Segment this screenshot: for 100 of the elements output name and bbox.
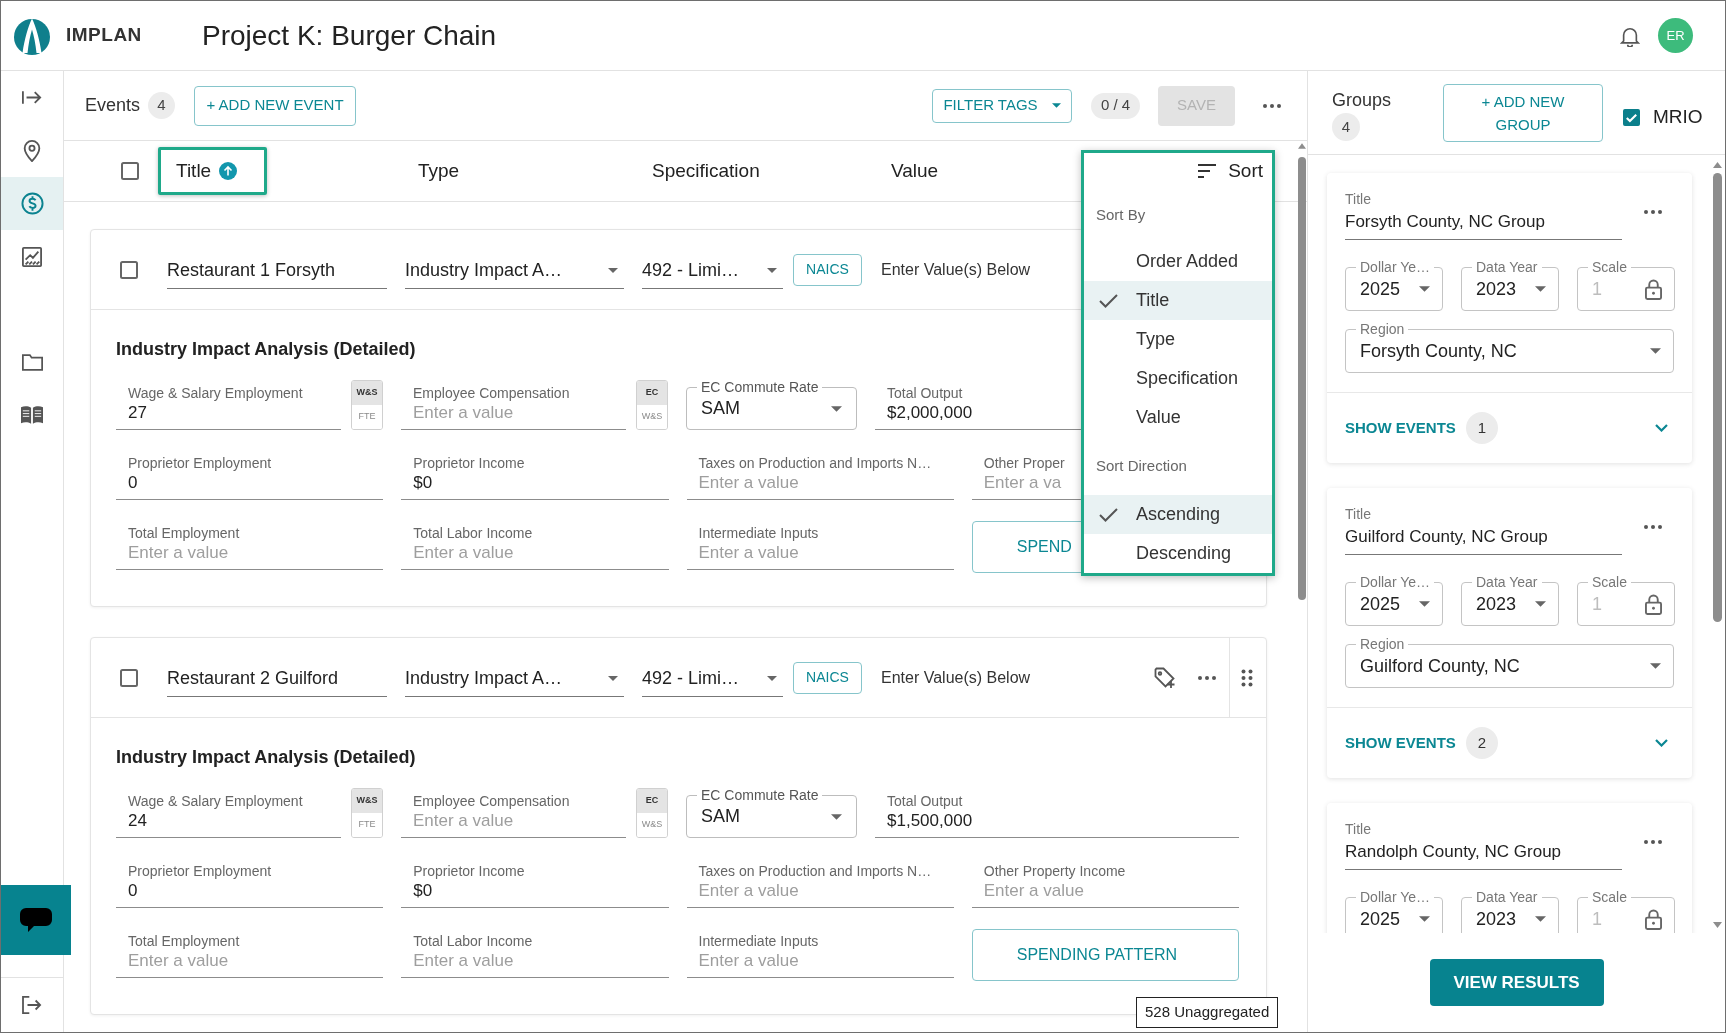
- drag-handle-icon[interactable]: [1241, 668, 1253, 687]
- spending-pattern-button[interactable]: SPENDING PATTERN: [971, 929, 1239, 981]
- filter-tags-button[interactable]: FILTER TAGS: [932, 88, 1072, 123]
- caret-down-icon: [1535, 601, 1546, 607]
- naics-button[interactable]: NAICS: [793, 253, 862, 286]
- title-input[interactable]: Restaurant 2 Guilford: [167, 658, 387, 697]
- field-label: Total Employment: [128, 524, 240, 542]
- field-label: Wage & Salary Employment: [128, 384, 303, 402]
- field-value: $0: [413, 880, 433, 902]
- text-field[interactable]: Wage & Salary Employment 27: [116, 384, 341, 430]
- add-group-button[interactable]: + ADD NEW GROUP: [1443, 84, 1603, 142]
- text-field[interactable]: Total Output $1,500,000: [875, 792, 1239, 838]
- chevron-down-icon[interactable]: [1655, 739, 1668, 747]
- field-value: $1,500,000: [887, 810, 973, 832]
- text-field[interactable]: Total Labor Income Enter a value: [401, 932, 669, 978]
- field-label: Proprietor Income: [413, 454, 525, 472]
- text-field[interactable]: Proprietor Income $0: [401, 862, 669, 908]
- text-field[interactable]: Total Labor Income Enter a value: [401, 524, 669, 570]
- unit-toggle[interactable]: EC W&S: [636, 788, 668, 838]
- scroll-up-icon[interactable]: [1298, 143, 1306, 149]
- text-field[interactable]: Taxes on Production and Imports N… Enter a value: [686, 454, 954, 500]
- field-placeholder: Enter a va: [983, 472, 1062, 494]
- chat-button[interactable]: [1, 885, 71, 955]
- view-results-button[interactable]: VIEW RESULTS: [1429, 959, 1604, 1006]
- text-field[interactable]: Other Property Income Enter a value: [971, 862, 1239, 908]
- section-title: Events: [85, 94, 141, 117]
- column-header[interactable]: Type: [400, 147, 634, 195]
- more-options-icon[interactable]: [1644, 524, 1662, 529]
- menu-item[interactable]: Ascending: [1084, 495, 1272, 534]
- unit-option[interactable]: W&S: [352, 381, 382, 405]
- title-field[interactable]: Title Randolph County, NC Group: [1345, 821, 1622, 870]
- text-field[interactable]: Intermediate Inputs Enter a value: [686, 932, 954, 978]
- more-options-icon[interactable]: [1644, 209, 1662, 214]
- chevron-down-icon[interactable]: [1655, 424, 1668, 432]
- menu-item[interactable]: Descending: [1084, 534, 1272, 573]
- nav-item[interactable]: [1, 177, 63, 230]
- show-events-button[interactable]: SHOW EVENTS: [1345, 416, 1456, 440]
- type-select[interactable]: Industry Impact A…: [405, 250, 624, 289]
- field-label: Proprietor Employment: [128, 862, 272, 880]
- more-options-icon[interactable]: [1263, 103, 1281, 108]
- scroll-up-icon[interactable]: [1713, 162, 1722, 168]
- field-label: Total Output: [887, 792, 963, 810]
- caret-down-icon: [608, 675, 618, 681]
- checkbox[interactable]: [1623, 108, 1640, 126]
- sort-button[interactable]: Sort: [1198, 156, 1263, 186]
- text-field[interactable]: Taxes on Production and Imports N… Enter a value: [686, 862, 954, 908]
- caret-down-icon: [608, 267, 618, 273]
- text-field[interactable]: Proprietor Employment 0: [116, 454, 384, 500]
- more-options-icon[interactable]: [1198, 675, 1216, 680]
- add-event-button[interactable]: + ADD NEW EVENT: [194, 85, 357, 126]
- field-label: Total Labor Income: [413, 932, 533, 950]
- unit-toggle[interactable]: W&S FTE: [351, 788, 383, 838]
- field-value: 0: [128, 472, 138, 494]
- title-field[interactable]: Title Forsyth County, NC Group: [1345, 191, 1622, 240]
- unit-option[interactable]: W&S: [352, 789, 382, 813]
- specification-select[interactable]: 492 - Limi…: [642, 658, 783, 697]
- scrollbar-thumb[interactable]: [1298, 157, 1306, 600]
- scroll-down-icon[interactable]: [1713, 922, 1722, 928]
- checkbox[interactable]: [121, 162, 139, 180]
- checkbox[interactable]: [120, 668, 138, 687]
- text-field[interactable]: Employee Compensation Enter a value: [401, 384, 626, 430]
- type-select[interactable]: Industry Impact A…: [405, 658, 624, 697]
- unit-option[interactable]: EC: [637, 381, 667, 405]
- menu-item[interactable]: Title: [1084, 281, 1272, 320]
- text-field[interactable]: Proprietor Income $0: [401, 454, 669, 500]
- unit-toggle[interactable]: W&S FTE: [351, 380, 383, 430]
- column-header[interactable]: Value: [873, 147, 1073, 195]
- menu-item[interactable]: Order Added: [1084, 242, 1272, 281]
- title-input[interactable]: Restaurant 1 Forsyth: [167, 250, 387, 289]
- title-field[interactable]: Title Guilford County, NC Group: [1345, 506, 1622, 555]
- text-field[interactable]: Employee Compensation Enter a value: [401, 792, 626, 838]
- book-icon: [21, 405, 43, 424]
- logout-icon[interactable]: [22, 996, 42, 1014]
- field-value: Forsyth County, NC Group: [1345, 211, 1545, 233]
- field-value: $0: [413, 472, 433, 494]
- checkbox[interactable]: [120, 260, 138, 279]
- tag-plus-icon[interactable]: [1154, 666, 1176, 689]
- column-header[interactable]: Specification: [634, 147, 873, 195]
- brand-name: IMPLAN: [66, 23, 143, 48]
- field-label: Scale: [1588, 259, 1632, 275]
- caret-down-icon: [1535, 286, 1546, 292]
- field-label: Data Year: [1472, 259, 1542, 275]
- menu-item[interactable]: Type: [1084, 320, 1272, 359]
- naics-button[interactable]: NAICS: [793, 661, 862, 694]
- unit-toggle[interactable]: EC W&S: [636, 380, 668, 430]
- count-badge: 4: [1332, 113, 1360, 141]
- scrollbar-thumb[interactable]: [1713, 173, 1722, 622]
- unit-option[interactable]: EC: [637, 789, 667, 813]
- column-header[interactable]: Title: [158, 147, 267, 195]
- text-field[interactable]: Intermediate Inputs Enter a value: [686, 524, 954, 570]
- field-label: Dollar Ye…: [1356, 889, 1435, 905]
- text-field[interactable]: Total Employment Enter a value: [116, 932, 384, 978]
- specification-select[interactable]: 492 - Limi…: [642, 250, 783, 289]
- text-field[interactable]: Proprietor Employment 0: [116, 862, 384, 908]
- field-placeholder: Enter a value: [413, 810, 514, 832]
- show-events-button[interactable]: SHOW EVENTS: [1345, 731, 1456, 755]
- text-field[interactable]: Wage & Salary Employment 24: [116, 792, 341, 838]
- more-options-icon[interactable]: [1644, 839, 1662, 844]
- text-field[interactable]: Total Employment Enter a value: [116, 524, 384, 570]
- field-label: Wage & Salary Employment: [128, 792, 303, 810]
